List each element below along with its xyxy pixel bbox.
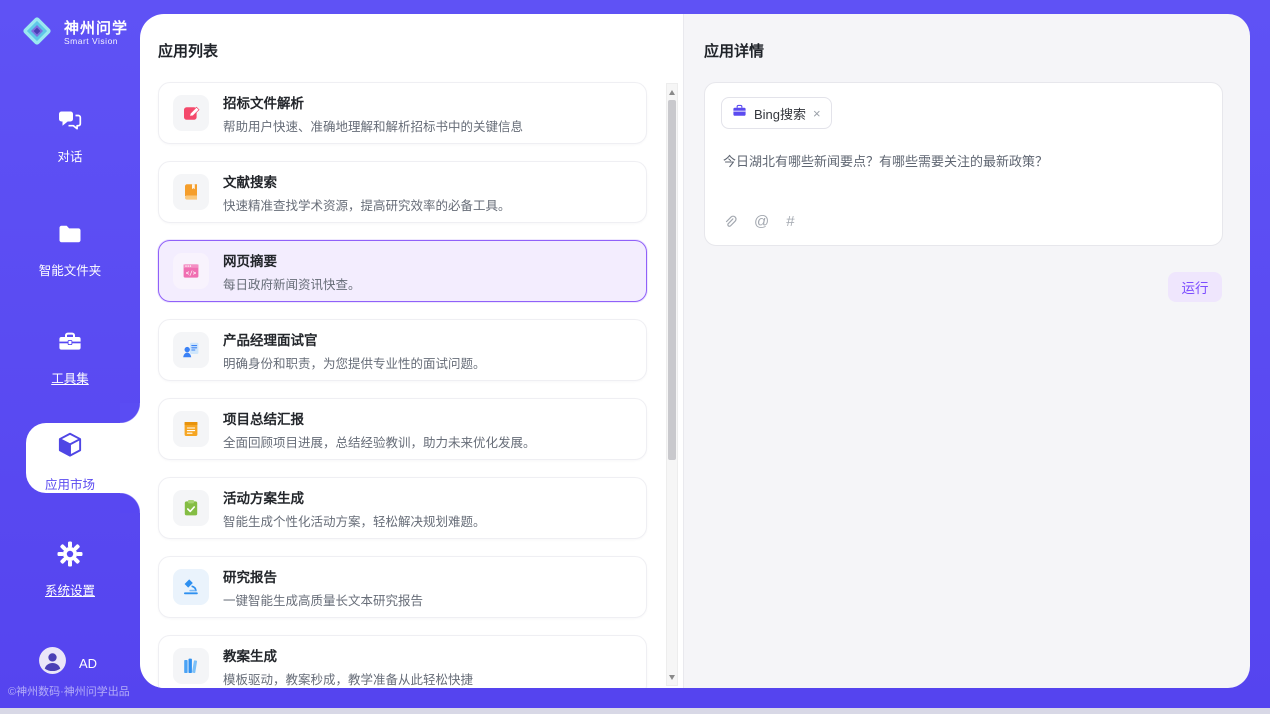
tool-chip-bing-search[interactable]: Bing搜索 × [721,97,832,129]
copyright-text: ©神州数码·神州问学出品 [8,683,130,699]
sidebar: 神州问学 Smart Vision 对话 智能文件夹 [0,0,140,708]
close-icon[interactable]: × [813,107,821,120]
app-card-webpage-summary[interactable]: </> 网页摘要 每日政府新闻资讯快查。 [158,240,647,302]
paperclip-icon[interactable] [722,214,737,230]
app-card-lesson-plan[interactable]: 教案生成 模板驱动，教案秒成，教学准备从此轻松快捷 [158,635,647,688]
app-detail-panel: 应用详情 Bing搜索 × 今日湖北有哪些新闻要点？有哪些需要关注的最新政策？ [684,14,1250,688]
scrollbar-thumb[interactable] [668,100,676,460]
edit-document-icon [173,95,209,131]
prompt-input-card[interactable]: Bing搜索 × 今日湖北有哪些新闻要点？有哪些需要关注的最新政策？ @ # [704,82,1223,246]
sidebar-item-app-market[interactable]: 应用市场 [0,430,140,493]
folder-icon [56,220,84,253]
hash-icon[interactable]: # [786,213,794,230]
brand-name: 神州问学 [64,21,128,38]
sidebar-item-label: 工具集 [51,368,89,387]
sidebar-item-smart-folders[interactable]: 智能文件夹 [0,220,140,279]
book-icon [173,174,209,210]
app-list-panel: 应用列表 招标文件解析 帮助用户快速、准确地理解和解析招标书中的关键信息 [140,14,684,688]
brand-tagline: Smart Vision [64,37,128,46]
microscope-icon [173,569,209,605]
app-name: 文献搜索 [223,171,511,191]
chat-icon [56,106,84,139]
app-card-event-plan[interactable]: 活动方案生成 智能生成个性化活动方案，轻松解决规划难题。 [158,477,647,539]
sidebar-item-label: 智能文件夹 [39,260,102,279]
app-name: 教案生成 [223,645,473,665]
run-button[interactable]: 运行 [1168,272,1222,302]
app-name: 招标文件解析 [223,92,523,112]
app-card-literature-search[interactable]: 文献搜索 快速精准查找学术资源，提高研究效率的必备工具。 [158,161,647,223]
app-window: 神州问学 Smart Vision 对话 智能文件夹 [0,0,1270,708]
sidebar-item-settings[interactable]: 系统设置 [0,540,140,599]
prompt-text[interactable]: 今日湖北有哪些新闻要点？有哪些需要关注的最新政策？ [723,151,1206,170]
books-icon [173,648,209,684]
sidebar-item-label: 对话 [57,146,82,165]
app-description: 每日政府新闻资讯快查。 [223,274,361,293]
brand-logo: 神州问学 Smart Vision [18,12,128,55]
app-list-title: 应用列表 [158,40,218,61]
app-card-bid-document-parsing[interactable]: 招标文件解析 帮助用户快速、准确地理解和解析招标书中的关键信息 [158,82,647,144]
app-description: 模板驱动，教案秒成，教学准备从此轻松快捷 [223,669,473,688]
app-card-project-summary[interactable]: 项目总结汇报 全面回顾项目进展，总结经验教训，助力未来优化发展。 [158,398,647,460]
briefcase-icon [732,103,747,123]
gear-icon [56,540,84,573]
page-bottom-edge [0,708,1270,714]
sidebar-item-label: 系统设置 [45,580,95,599]
app-card-list: 招标文件解析 帮助用户快速、准确地理解和解析招标书中的关键信息 文献搜索 [158,82,647,688]
app-name: 项目总结汇报 [223,408,536,428]
cube-icon [54,430,86,467]
toolbox-icon [56,328,84,361]
app-card-research-report[interactable]: 研究报告 一键智能生成高质量长文本研究报告 [158,556,647,618]
clipboard-check-icon [173,490,209,526]
app-description: 帮助用户快速、准确地理解和解析招标书中的关键信息 [223,116,523,135]
app-description: 快速精准查找学术资源，提高研究效率的必备工具。 [223,195,511,214]
sidebar-item-label: 应用市场 [45,474,95,493]
app-name: 产品经理面试官 [223,329,486,349]
app-name: 网页摘要 [223,250,361,270]
app-name: 研究报告 [223,566,423,586]
webpage-code-icon: </> [173,253,209,289]
app-description: 明确身份和职责，为您提供专业性的面试问题。 [223,353,486,372]
scroll-up-arrow-icon[interactable] [667,86,677,98]
content-area: 应用列表 招标文件解析 帮助用户快速、准确地理解和解析招标书中的关键信息 [140,14,1250,688]
app-detail-title: 应用详情 [704,40,764,61]
sidebar-item-chat[interactable]: 对话 [0,106,140,165]
interviewer-icon [173,332,209,368]
app-card-pm-interviewer[interactable]: 产品经理面试官 明确身份和职责，为您提供专业性的面试问题。 [158,319,647,381]
tool-chip-label: Bing搜索 [754,104,806,123]
svg-text:</>: </> [186,271,197,277]
app-description: 智能生成个性化活动方案，轻松解决规划难题。 [223,511,486,530]
user-account[interactable]: AD [38,646,97,680]
app-description: 一键智能生成高质量长文本研究报告 [223,590,423,609]
at-icon[interactable]: @ [754,213,769,230]
memo-icon [173,411,209,447]
diamond-gem-icon [18,12,56,55]
attachment-toolbar: @ # [722,213,795,230]
sidebar-item-toolset[interactable]: 工具集 [0,328,140,387]
app-description: 全面回顾项目进展，总结经验教训，助力未来优化发展。 [223,432,536,451]
user-initials: AD [79,656,97,671]
app-list-scrollbar[interactable] [666,83,678,686]
user-avatar-icon [38,646,67,680]
scroll-down-arrow-icon[interactable] [667,671,677,683]
app-name: 活动方案生成 [223,487,486,507]
